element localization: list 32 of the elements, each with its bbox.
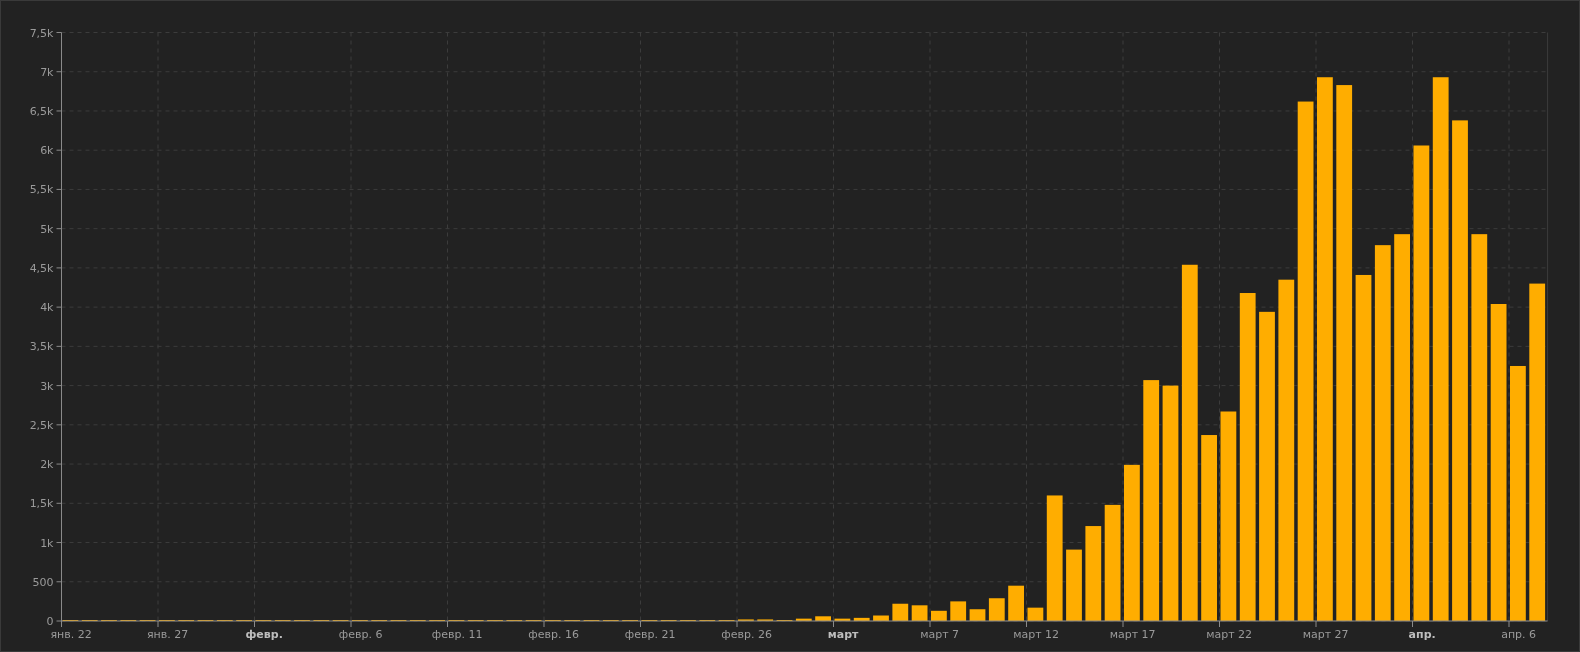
axis-label: март 17	[1109, 628, 1156, 641]
axis-label: янв. 22	[50, 628, 92, 641]
axis-label: 6,5k	[29, 104, 54, 118]
axis-label: февр. 26	[721, 628, 772, 641]
axis-label: 4k	[40, 301, 54, 315]
axis-label: март 12	[1013, 628, 1060, 641]
axis-label: февр. 11	[431, 628, 483, 641]
axis-label: 2,5k	[29, 418, 54, 432]
axis-label: 5k	[40, 222, 54, 236]
axis-label: 3,5k	[29, 340, 54, 354]
axis-label: апр.	[1408, 628, 1436, 641]
axis-label: 0	[46, 615, 54, 628]
axis-label: 6k	[40, 144, 54, 158]
axis-label: март 22	[1206, 628, 1253, 641]
axis-label: 5,5k	[29, 183, 54, 197]
axis-label: 1k	[40, 536, 54, 550]
axis-label: март 27	[1302, 628, 1349, 641]
axis-label: 4,5k	[29, 261, 54, 275]
axis-label: март 7	[920, 628, 960, 641]
axis-label: февр. 21	[624, 628, 676, 641]
axis-label: февр. 6	[338, 628, 383, 641]
axis-label: февр.	[245, 628, 283, 641]
axis-label: 7k	[40, 65, 54, 79]
axis-label: 1,5k	[29, 497, 54, 511]
axis-label: 500	[32, 575, 54, 589]
axis-label: февр. 16	[528, 628, 579, 641]
axis-label: март	[827, 628, 859, 641]
axis-label: 3k	[40, 379, 54, 393]
axis-label: 7,5k	[29, 26, 54, 40]
axis-label: апр. 6	[1501, 628, 1537, 641]
axis-label: янв. 27	[147, 628, 189, 641]
axis-label: 2k	[40, 458, 54, 472]
